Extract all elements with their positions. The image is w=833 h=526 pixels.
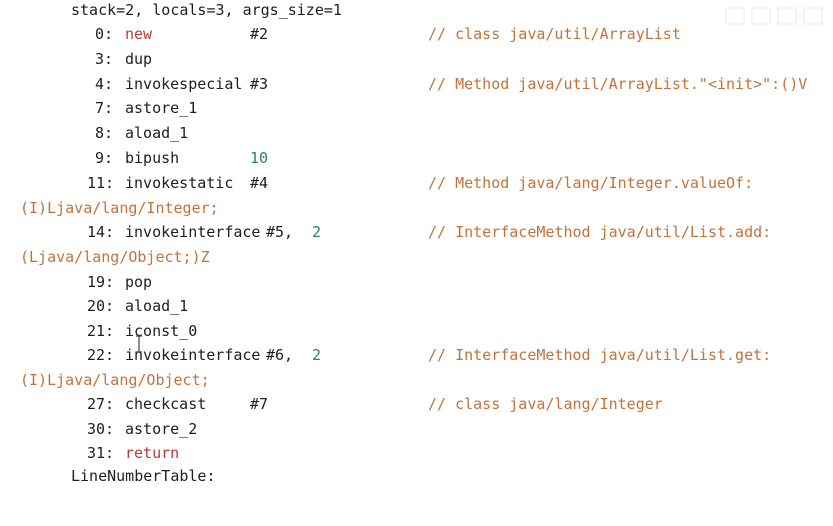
bytecode-listing: stack=2, locals=3, args_size=1 0: new #2… [0,0,833,485]
instruction-line: 27: checkcast #7 // class java/lang/Inte… [0,394,663,414]
instruction-opcode: invokestatic [125,174,234,192]
instruction-opcode: astore_1 [125,99,198,117]
instruction-opcode: astore_2 [125,420,198,438]
continuation-line: (I)Ljava/lang/Integer; [0,198,219,218]
instruction-opcode: new [125,25,153,43]
instruction-opcode: invokespecial [125,75,243,93]
instruction-line: 14: invokeinterface #5, 2 // InterfaceMe… [0,222,771,242]
line-number-table-label: LineNumberTable: [71,467,216,485]
instruction-comment: // InterfaceMethod java/util/List.get: [428,346,772,364]
instruction-offset: 20: [87,297,115,315]
instruction-line: 21: iconst_0 [0,321,197,341]
instruction-opcode: dup [125,50,153,68]
continuation-line: (I)Ljava/lang/Object; [0,370,210,390]
continuation-line: (Ljava/lang/Object;)Z [0,247,210,267]
instruction-operand: #4 [250,174,269,192]
instruction-offset: 3: [95,50,114,68]
instruction-line: 3: dup [0,49,152,69]
instruction-opcode: checkcast [125,395,207,413]
watermark-mark-icon [803,7,823,25]
instruction-comment: // Method java/lang/Integer.valueOf: [428,174,754,192]
comment-continuation: (I)Ljava/lang/Integer; [20,199,219,217]
instruction-operand: #3 [250,75,269,93]
instruction-operand: #2 [250,25,269,43]
watermark-mark-icon [777,7,797,25]
instruction-opcode: aload_1 [125,297,189,315]
section-label-line: LineNumberTable: [0,466,216,486]
instruction-offset: 31: [87,444,115,462]
instruction-operand: #6, [266,346,294,364]
instruction-line: 31: return [0,443,179,463]
instruction-operand: #7 [250,395,269,413]
instruction-line: 30: astore_2 [0,419,197,439]
watermark [673,4,823,28]
watermark-mark-icon [725,7,745,25]
instruction-offset: 27: [87,395,115,413]
instruction-opcode: invokeinterface [125,223,261,241]
instruction-offset: 9: [95,149,114,167]
instruction-offset: 11: [87,174,115,192]
stack-info-line: stack=2, locals=3, args_size=1 [0,0,342,20]
instruction-line: 22: invokeinterface #6, 2 // InterfaceMe… [0,345,771,365]
instruction-offset: 4: [95,75,114,93]
instruction-opcode: return [125,444,180,462]
instruction-opcode: aload_1 [125,124,189,142]
instruction-offset: 0: [95,25,114,43]
comment-continuation: (Ljava/lang/Object;)Z [20,248,210,266]
instruction-line: 9: bipush 10 [0,148,268,168]
stack-info: stack=2, locals=3, args_size=1 [71,1,342,19]
instruction-offset: 14: [87,223,115,241]
instruction-offset: 22: [87,346,115,364]
instruction-comment: // Method java/util/ArrayList."<init>":(… [428,75,808,93]
instruction-offset: 19: [87,273,115,291]
instruction-line: 20: aload_1 [0,296,188,316]
instruction-line: 0: new #2 // class java/util/ArrayList [0,24,681,44]
instruction-operand: #5, [266,223,294,241]
watermark-mark-icon [751,7,771,25]
instruction-comment: // class java/util/ArrayList [428,25,681,43]
instruction-line: 19: pop [0,272,152,292]
instruction-arg: 2 [312,346,322,364]
instruction-comment: // class java/lang/Integer [428,395,663,413]
instruction-comment: // InterfaceMethod java/util/List.add: [428,223,772,241]
instruction-line: 11: invokestatic #4 // Method java/lang/… [0,173,753,193]
text-cursor-icon [136,335,142,353]
instruction-arg: 2 [312,223,322,241]
instruction-offset: 7: [95,99,114,117]
instruction-arg: 10 [250,149,269,167]
instruction-opcode: bipush [125,149,180,167]
instruction-opcode: pop [125,273,153,291]
instruction-offset: 30: [87,420,115,438]
instruction-offset: 8: [95,124,114,142]
instruction-line: 4: invokespecial #3 // Method java/util/… [0,74,807,94]
instruction-line: 7: astore_1 [0,98,197,118]
instruction-line: 8: aload_1 [0,123,188,143]
instruction-opcode: invokeinterface [125,346,261,364]
comment-continuation: (I)Ljava/lang/Object; [20,371,210,389]
instruction-offset: 21: [87,322,115,340]
